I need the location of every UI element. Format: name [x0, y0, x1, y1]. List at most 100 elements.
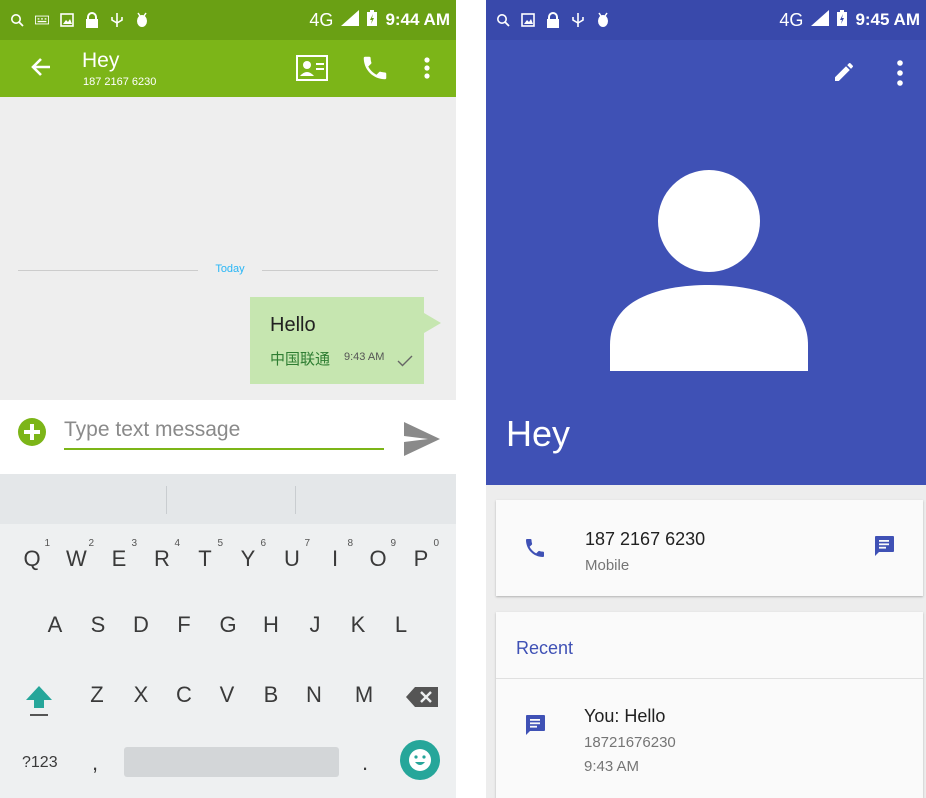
phone-card[interactable]: 187 2167 6230 Mobile: [496, 500, 923, 596]
message-icon: [523, 713, 547, 742]
back-arrow-icon[interactable]: [30, 56, 52, 83]
signal-icon: [341, 9, 360, 31]
message-icon[interactable]: [872, 534, 896, 563]
key-label: I: [331, 546, 339, 571]
key-z[interactable]: Z: [87, 682, 107, 708]
key-number-hint: 9: [390, 538, 396, 549]
contact-screen: 4G 9:45 AM Hey 187 2167 6230 Mobile Rece…: [486, 0, 926, 798]
usb-icon: [110, 13, 124, 27]
key-x[interactable]: X: [131, 682, 151, 708]
key-w[interactable]: W2: [66, 538, 94, 572]
key-j[interactable]: J: [305, 612, 325, 638]
key-number-hint: 0: [433, 538, 439, 549]
key-g[interactable]: G: [218, 612, 238, 638]
phone-icon[interactable]: [523, 536, 547, 565]
key-p[interactable]: P0: [411, 538, 439, 572]
android-icon: [596, 12, 610, 27]
key-label: E: [111, 546, 127, 571]
emoji-button[interactable]: [400, 740, 440, 780]
contact-card-icon[interactable]: [296, 55, 328, 86]
suggestion-divider: [166, 486, 167, 514]
key-r[interactable]: R4: [152, 538, 180, 572]
key-l[interactable]: L: [391, 612, 411, 638]
suggestion-divider: [295, 486, 296, 514]
key-n[interactable]: N: [304, 682, 324, 708]
key-number-hint: 7: [304, 538, 310, 549]
key-label: T: [198, 546, 212, 571]
status-time: 9:44 AM: [385, 10, 450, 29]
key-k[interactable]: K: [348, 612, 368, 638]
compose-bar: Type text message: [0, 400, 456, 474]
phone-number: 187 2167 6230: [585, 529, 706, 549]
key-m[interactable]: M: [354, 682, 374, 708]
key-q[interactable]: Q1: [22, 538, 50, 572]
app-bar: Hey 187 2167 6230: [0, 40, 456, 97]
add-icon[interactable]: [18, 418, 46, 446]
key-label: Y: [240, 546, 256, 571]
battery-charging-icon: [367, 9, 378, 31]
key-h[interactable]: H: [261, 612, 281, 638]
key-label: U: [284, 546, 300, 571]
key-b[interactable]: B: [261, 682, 281, 708]
network-type: 4G: [309, 9, 334, 30]
battery-charging-icon: [837, 9, 848, 31]
period-key[interactable]: .: [362, 750, 368, 776]
key-i[interactable]: I8: [325, 538, 353, 572]
key-label: R: [154, 546, 170, 571]
android-icon: [135, 12, 149, 27]
lock-icon: [546, 12, 560, 28]
date-divider-line: [18, 270, 198, 271]
keyboard-icon: [35, 13, 49, 27]
message-carrier: 中国联通: [270, 351, 331, 368]
message-input[interactable]: Type text message: [64, 418, 384, 450]
image-icon: [60, 13, 74, 27]
key-a[interactable]: A: [45, 612, 65, 638]
keyboard-row-3: ZXCVBN M: [0, 682, 456, 732]
more-vert-icon[interactable]: [424, 57, 430, 84]
key-number-hint: 3: [131, 538, 137, 549]
key-number-hint: 1: [44, 538, 50, 549]
shift-icon[interactable]: [24, 684, 54, 723]
key-number-hint: 2: [88, 538, 94, 549]
backspace-icon[interactable]: [405, 686, 439, 713]
key-d[interactable]: D: [131, 612, 151, 638]
status-bar: 4G 9:44 AM: [0, 0, 456, 40]
sent-check-icon: [397, 354, 413, 372]
keyboard-row-4: ?123 , .: [0, 740, 456, 798]
message-text: Hello: [270, 314, 316, 336]
send-icon[interactable]: [402, 420, 442, 463]
keyboard-row-1: Q1 W2 E3 R4 T5 Y6 U7 I8 O9 P0: [0, 538, 456, 596]
date-divider: Today: [215, 263, 245, 275]
key-y[interactable]: Y6: [238, 538, 266, 572]
recent-item[interactable]: You: Hello 18721676230 9:43 AM: [496, 679, 923, 798]
suggestion-strip: [0, 474, 456, 524]
key-label: Q: [23, 546, 41, 571]
key-s[interactable]: S: [88, 612, 108, 638]
more-vert-icon[interactable]: [897, 60, 903, 91]
usb-icon: [571, 13, 585, 27]
key-c[interactable]: C: [174, 682, 194, 708]
comma-key[interactable]: ,: [92, 750, 98, 776]
search-icon: [496, 13, 510, 27]
edit-icon[interactable]: [832, 60, 856, 89]
lock-icon: [85, 12, 99, 28]
key-number-hint: 6: [260, 538, 266, 549]
key-number-hint: 5: [217, 538, 223, 549]
spacebar[interactable]: [124, 747, 339, 777]
network-type: 4G: [779, 9, 804, 30]
key-t[interactable]: T5: [195, 538, 223, 572]
message-bubble-tail: [424, 313, 441, 333]
keyboard-row-2: ASDFGHJKL: [0, 612, 456, 662]
key-label: O: [369, 546, 387, 571]
key-u[interactable]: U7: [282, 538, 310, 572]
contact-avatar-icon: [608, 170, 810, 377]
search-icon: [10, 13, 24, 27]
key-f[interactable]: F: [174, 612, 194, 638]
key-v[interactable]: V: [217, 682, 237, 708]
key-e[interactable]: E3: [109, 538, 137, 572]
messaging-screen: 4G 9:44 AM Hey 187 2167 6230 Today Hello…: [0, 0, 456, 798]
phone-icon[interactable]: [360, 53, 390, 88]
key-o[interactable]: O9: [368, 538, 396, 572]
symbols-key[interactable]: ?123: [22, 754, 58, 772]
recent-item-time: 9:43 AM: [584, 758, 640, 775]
